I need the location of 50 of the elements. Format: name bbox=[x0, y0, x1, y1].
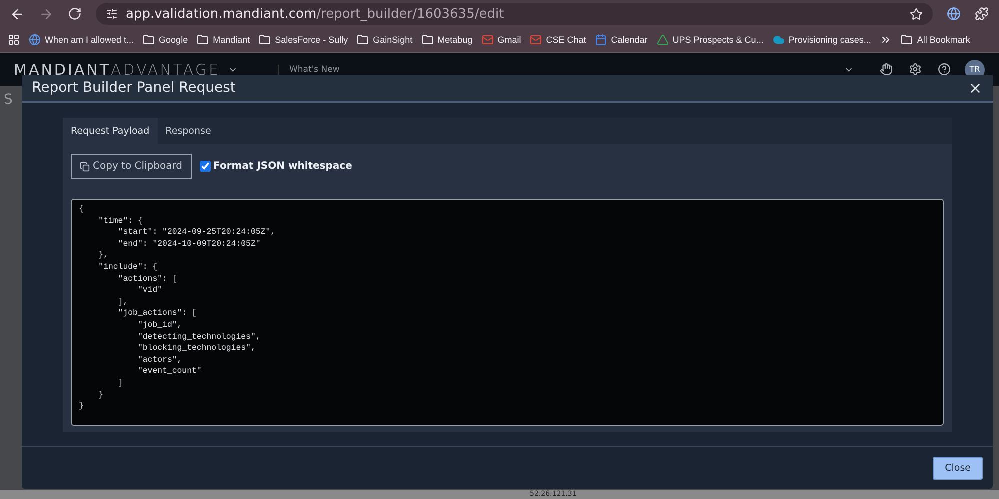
globe-icon bbox=[29, 34, 41, 46]
url-host: app.validation.mandiant.com bbox=[126, 6, 317, 22]
format-checkbox[interactable] bbox=[200, 161, 211, 172]
copy-icon bbox=[80, 162, 90, 172]
extension-icon[interactable] bbox=[947, 7, 961, 21]
hand-icon[interactable] bbox=[880, 63, 893, 76]
folder-icon bbox=[357, 34, 370, 46]
calendar-icon bbox=[595, 34, 608, 46]
more-bookmarks-icon[interactable] bbox=[880, 34, 892, 46]
close-button[interactable]: Close bbox=[933, 456, 983, 480]
bookmark-item[interactable]: Metabug bbox=[422, 34, 473, 46]
apps-icon[interactable] bbox=[8, 34, 20, 46]
reload-icon[interactable] bbox=[68, 7, 82, 21]
url-path: /report_builder/1603635/edit bbox=[316, 6, 504, 22]
checkbox-label: Format JSON whitespace bbox=[214, 161, 352, 172]
tab[interactable]: Response bbox=[158, 118, 220, 144]
folder-icon bbox=[197, 34, 210, 46]
bookmark-item[interactable]: When am I allowed t... bbox=[29, 34, 134, 46]
site-settings-icon[interactable] bbox=[106, 8, 118, 20]
dialog-title: Report Builder Panel Request bbox=[32, 80, 236, 96]
bookmark-item[interactable]: Mandiant bbox=[197, 34, 250, 46]
code-block: { "time": { "start": "2024-09-25T20:24:05Z", "end": "2024-10-09T20:24:05Z" }, "include": { "actions": [ "vid" ], "job_actions": [ "job_id", "detecting_technologies", "blocking_technologies", "actors", "event_count" ] } } bbox=[71, 199, 944, 426]
back-icon[interactable] bbox=[10, 6, 25, 22]
mail-icon bbox=[530, 34, 542, 46]
mail-icon bbox=[482, 34, 494, 46]
bookmark-item[interactable]: GainSight bbox=[357, 34, 413, 46]
brand-logo: MANDIANTADVANTAGE bbox=[14, 60, 220, 78]
cloud-icon bbox=[772, 34, 785, 46]
bookmark-item[interactable]: UPS Prospects & Cu... bbox=[656, 34, 764, 46]
puzzle-icon[interactable] bbox=[975, 7, 989, 21]
folder-icon bbox=[259, 34, 272, 46]
copy-button[interactable]: Copy to Clipboard bbox=[71, 154, 192, 179]
folder-icon bbox=[901, 34, 914, 46]
bookmark-item[interactable]: Calendar bbox=[595, 34, 648, 46]
triangle-icon bbox=[656, 34, 669, 46]
folder-icon bbox=[143, 34, 156, 46]
bookmark-item[interactable]: SalesForce - Sully bbox=[259, 34, 348, 46]
tab[interactable]: Request Payload bbox=[63, 118, 158, 144]
address-bar[interactable]: app.validation.mandiant.com/report_builder/1603635/edit bbox=[96, 3, 933, 25]
folder-icon bbox=[422, 34, 434, 46]
help-icon[interactable] bbox=[938, 63, 951, 76]
bookmark-item[interactable]: Provisioning cases... bbox=[772, 34, 872, 46]
settings-icon[interactable] bbox=[909, 63, 922, 76]
forward-icon[interactable] bbox=[39, 6, 54, 22]
all-bookmarks-item[interactable]: All Bookmark bbox=[901, 34, 970, 46]
bookmark-item[interactable]: Google bbox=[143, 34, 188, 46]
star-icon[interactable] bbox=[910, 8, 923, 20]
bookmark-item[interactable]: CSE Chat bbox=[530, 34, 586, 46]
bookmark-item[interactable]: Gmail bbox=[482, 34, 522, 46]
background-text: S bbox=[3, 91, 14, 108]
